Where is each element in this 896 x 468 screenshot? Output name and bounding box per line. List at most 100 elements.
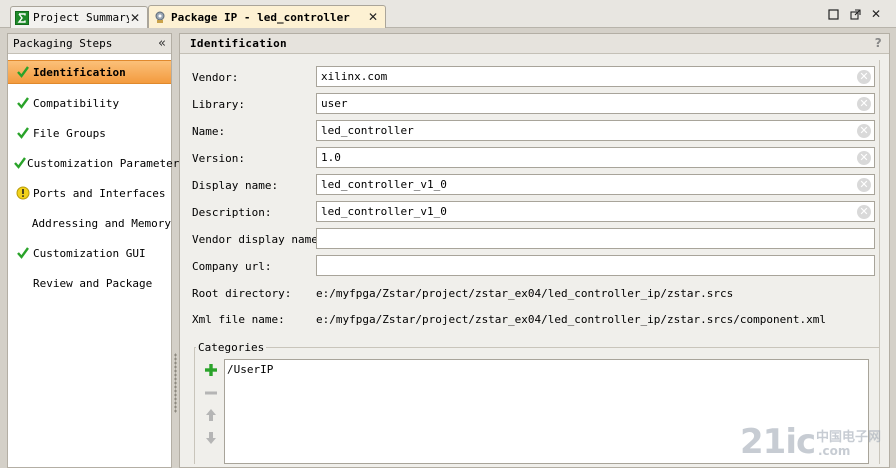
name-input[interactable]: led_controller ✕	[316, 120, 875, 141]
step-customization-parameters[interactable]: Customization Parameters	[8, 151, 186, 175]
step-identification[interactable]: Identification	[8, 60, 171, 84]
display-name-input[interactable]: led_controller_v1_0 ✕	[316, 174, 875, 195]
step-label: Addressing and Memory	[31, 216, 171, 230]
move-down-icon[interactable]	[203, 430, 219, 446]
field-label: Vendor display name:	[192, 233, 325, 246]
field-label: Xml file name:	[192, 313, 285, 326]
description-row: Description: led_controller_v1_0 ✕	[180, 201, 880, 223]
xml-file-name-value: e:/myfpga/Zstar/project/zstar_ex04/led_c…	[316, 313, 826, 326]
step-label: Compatibility	[33, 96, 120, 110]
close-window-icon[interactable]: ✕	[869, 7, 883, 21]
check-icon	[13, 95, 33, 111]
field-label: Display name:	[192, 179, 279, 192]
panel-header: Packaging Steps «	[8, 34, 171, 54]
panel-splitter[interactable]	[173, 33, 178, 468]
tab-project-summary[interactable]: Project Summary ✕	[10, 6, 148, 28]
field-value: 1.0	[321, 151, 341, 164]
watermark-cn: 中国电子网	[816, 430, 882, 445]
field-label: Vendor:	[192, 71, 239, 84]
add-icon[interactable]	[203, 362, 219, 378]
field-value: xilinx.com	[321, 70, 388, 83]
vendor-display-name-input[interactable]	[316, 228, 875, 249]
clear-icon[interactable]: ✕	[857, 124, 871, 138]
step-label: Customization GUI	[33, 246, 146, 260]
field-value: led_controller_v1_0	[321, 205, 447, 218]
identification-panel: Identification ? Vendor: xilinx.com ✕ Lib…	[179, 33, 890, 468]
help-icon[interactable]: ?	[875, 36, 882, 50]
description-input[interactable]: led_controller_v1_0 ✕	[316, 201, 875, 222]
empty-icon-slot	[13, 275, 33, 291]
field-value: led_controller_v1_0	[321, 178, 447, 191]
section-title: Identification	[190, 37, 287, 50]
field-label: Name:	[192, 125, 226, 138]
step-label: Identification	[33, 65, 126, 79]
clear-icon[interactable]: ✕	[857, 178, 871, 192]
field-label: Library:	[192, 98, 245, 111]
packaging-steps-panel: Packaging Steps « Identification Compati…	[7, 33, 186, 468]
step-label: Review and Package	[33, 276, 153, 290]
step-label: Ports and Interfaces	[33, 186, 166, 200]
gear-package-icon	[153, 10, 167, 24]
step-ports-and-interfaces[interactable]: Ports and Interfaces	[8, 181, 171, 205]
clear-icon[interactable]: ✕	[857, 70, 871, 84]
panel-title: Packaging Steps	[13, 37, 113, 50]
check-icon	[13, 64, 33, 80]
xml-file-name-row: Xml file name: e:/myfpga/Zstar/project/z…	[180, 308, 880, 330]
step-compatibility[interactable]: Compatibility	[8, 91, 171, 115]
splitter-grip[interactable]	[174, 353, 177, 413]
step-file-groups[interactable]: File Groups	[8, 121, 171, 145]
sigma-icon	[15, 10, 29, 25]
field-value: user	[321, 97, 348, 110]
version-row: Version: 1.0 ✕	[180, 147, 880, 169]
vendor-display-name-row: Vendor display name:	[180, 228, 880, 250]
field-value: led_controller	[321, 124, 414, 137]
categories-title: Categories	[196, 341, 267, 354]
collapse-icon[interactable]: «	[158, 36, 166, 51]
close-icon[interactable]: ✕	[129, 11, 141, 25]
step-label: Customization Parameters	[27, 156, 186, 170]
tab-package-ip[interactable]: Package IP - led_controller ✕	[148, 5, 386, 28]
restore-icon[interactable]	[826, 7, 840, 21]
root-directory-row: Root directory: e:/myfpga/Zstar/project/…	[180, 282, 880, 304]
check-icon	[13, 125, 33, 141]
field-label: Company url:	[192, 260, 272, 273]
editor-tab-bar: Project Summary ✕ Package IP - led_contr…	[0, 0, 896, 28]
step-label: File Groups	[33, 126, 106, 140]
clear-icon[interactable]: ✕	[857, 205, 871, 219]
vendor-input[interactable]: xilinx.com ✕	[316, 66, 875, 87]
clear-icon[interactable]: ✕	[857, 151, 871, 165]
step-customization-gui[interactable]: Customization GUI	[8, 241, 171, 265]
remove-icon[interactable]	[203, 385, 219, 401]
empty-icon-slot	[13, 215, 32, 231]
maximize-icon[interactable]	[848, 7, 862, 21]
section-header: Identification ?	[180, 34, 889, 54]
warning-icon	[13, 185, 33, 201]
library-row: Library: user ✕	[180, 93, 880, 115]
field-label: Description:	[192, 206, 272, 219]
company-url-row: Company url:	[180, 255, 880, 277]
clear-icon[interactable]: ✕	[857, 97, 871, 111]
check-icon	[13, 245, 33, 261]
categories-toolbar	[200, 359, 222, 464]
display-name-row: Display name: led_controller_v1_0 ✕	[180, 174, 880, 196]
vendor-row: Vendor: xilinx.com ✕	[180, 66, 880, 88]
tab-label: Package IP - led_controller	[171, 10, 350, 24]
name-row: Name: led_controller ✕	[180, 120, 880, 142]
company-url-input[interactable]	[316, 255, 875, 276]
watermark-com: .com	[818, 444, 851, 458]
list-item[interactable]: /UserIP	[227, 363, 273, 376]
close-icon[interactable]: ✕	[367, 10, 379, 24]
move-up-icon[interactable]	[203, 407, 219, 423]
check-icon	[13, 155, 27, 171]
root-directory-value: e:/myfpga/Zstar/project/zstar_ex04/led_c…	[316, 287, 734, 300]
scrollbar-thumb[interactable]	[879, 60, 886, 455]
field-label: Root directory:	[192, 287, 292, 300]
field-label: Version:	[192, 152, 245, 165]
watermark-main: 21ic	[740, 422, 816, 462]
tab-label: Project Summary	[33, 11, 129, 24]
step-addressing-and-memory[interactable]: Addressing and Memory	[8, 211, 171, 235]
version-input[interactable]: 1.0 ✕	[316, 147, 875, 168]
step-review-and-package[interactable]: Review and Package	[8, 271, 171, 295]
library-input[interactable]: user ✕	[316, 93, 875, 114]
watermark-logo: 21ic 中国电子网 .com	[740, 420, 890, 464]
